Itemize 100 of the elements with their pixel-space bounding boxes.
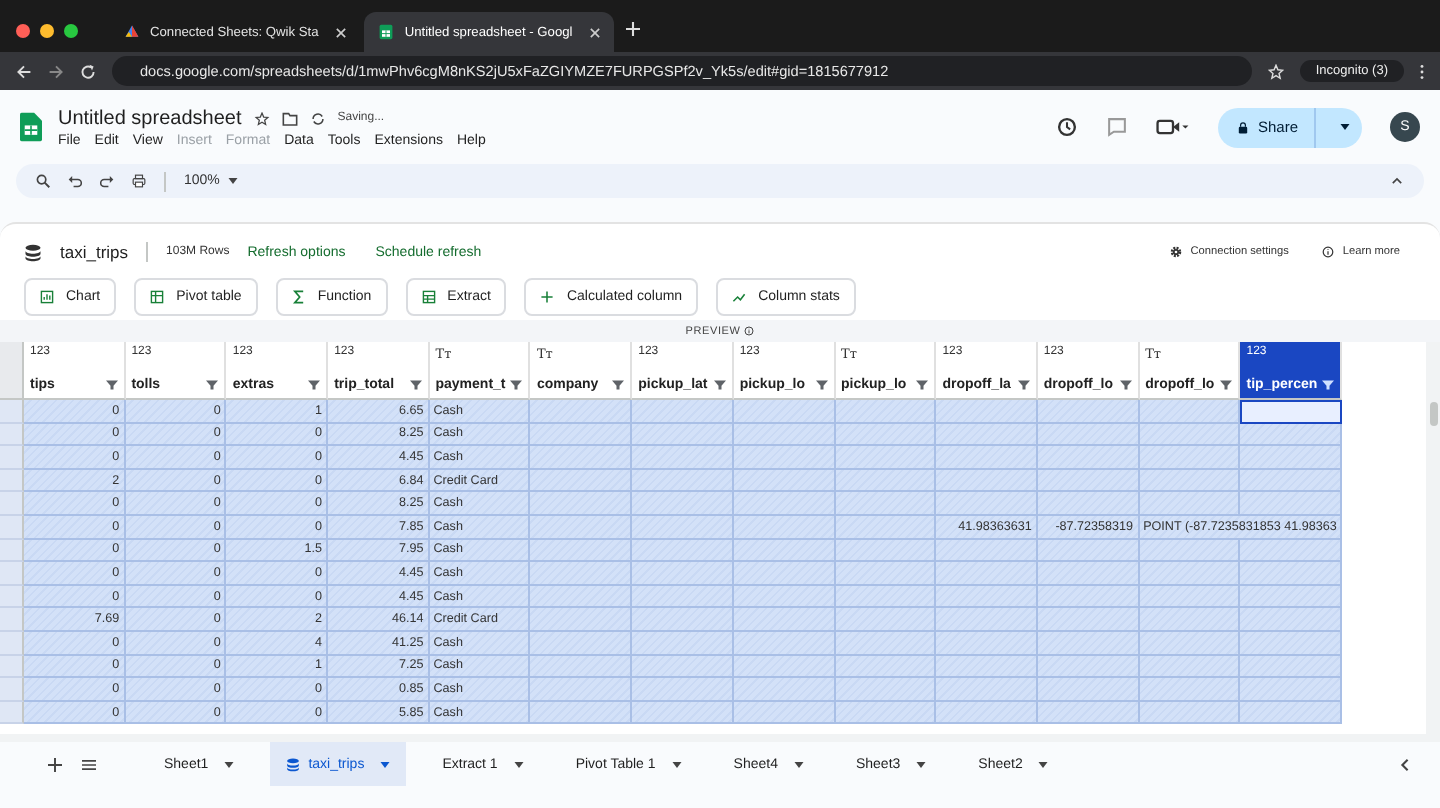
table-cell [1240,469,1342,493]
filter-icon[interactable] [308,380,321,390]
minimize-window-icon[interactable] [40,23,54,37]
table-cell [1240,423,1342,447]
close-window-icon[interactable] [16,23,30,37]
settings-icon[interactable] [1170,246,1183,258]
caret-icon [224,761,235,767]
filter-icon[interactable] [1017,380,1030,390]
table-icon [421,290,436,304]
comment-icon[interactable] [1105,116,1128,138]
table-cell [530,701,633,725]
caret-icon [1038,761,1049,767]
table-cell [936,608,1038,632]
table-cell [1139,562,1241,586]
table-cell [632,515,734,540]
undo-icon[interactable] [68,174,82,188]
filter-icon[interactable] [206,380,219,390]
table-cell [936,631,1038,656]
video-call-icon[interactable] [1155,116,1190,138]
sigma-icon [291,290,306,304]
table-cell [1037,562,1140,586]
table-cell [632,608,734,632]
new-tab-icon[interactable] [626,22,641,36]
table-cell [936,446,1038,470]
caret-icon [793,761,804,767]
table-cell [835,608,937,632]
close-icon[interactable] [590,27,601,37]
table-cell [632,446,734,470]
pivot-icon [150,290,165,304]
filter-icon[interactable] [1119,380,1132,390]
table-cell [936,562,1038,586]
filter-icon[interactable] [1321,380,1334,390]
table-cell [1240,655,1342,679]
table-cell [835,562,937,586]
filter-icon[interactable] [105,380,118,390]
filter-icon[interactable] [916,380,929,390]
table-cell [936,492,1038,516]
add-sheet-icon[interactable] [48,757,62,771]
cloud-icon [124,24,140,40]
corner-cell[interactable] [0,342,24,400]
filter-icon[interactable] [815,380,827,390]
table-cell [632,585,734,609]
print-icon[interactable] [132,174,146,188]
search-icon[interactable] [36,174,50,188]
table-cell [1240,631,1342,656]
table-cell [1037,608,1140,632]
caret-icon [916,761,927,767]
table-cell [936,423,1038,447]
all-sheets-icon[interactable] [82,757,96,771]
table-cell [1037,492,1140,516]
table-cell [1139,400,1241,424]
filter-icon[interactable] [1220,380,1233,390]
vertical-scrollbar[interactable] [1426,342,1440,734]
table-cell [1037,446,1140,470]
table-cell [1240,446,1342,470]
bookmark-star-icon[interactable] [1267,63,1284,79]
filter-icon[interactable] [713,380,726,390]
table-cell [530,655,633,679]
filter-icon[interactable] [612,380,625,390]
filter-icon[interactable] [510,380,523,390]
maximize-window-icon[interactable] [64,23,78,37]
trend-icon [732,290,747,304]
table-cell [1240,539,1342,563]
info-icon[interactable] [744,326,755,336]
table-cell [1139,608,1241,632]
table-cell [530,400,633,424]
collapse-icon[interactable] [1398,757,1412,771]
table-cell [530,492,633,516]
table-cell [936,400,1038,424]
forward-icon[interactable] [48,63,64,79]
table-cell [733,400,835,424]
table-cell [632,701,734,725]
document-title[interactable]: Untitled spreadsheet [58,107,242,129]
back-icon[interactable] [16,63,32,79]
table-cell [1037,678,1140,702]
redo-icon[interactable] [100,174,114,188]
table-cell [632,423,734,447]
table-cell [530,631,633,656]
table-cell [1139,678,1241,702]
collapse-icon[interactable] [1390,174,1404,188]
info-icon[interactable] [1322,246,1335,258]
table-cell [632,678,734,702]
table-cell [936,585,1038,609]
chart-icon [40,290,54,304]
close-icon[interactable] [336,27,347,37]
caret-icon [1340,124,1350,130]
filter-icon[interactable] [409,380,422,390]
caret-icon [671,761,682,767]
reload-icon[interactable] [80,63,96,79]
table-cell [936,701,1038,725]
folder-icon[interactable] [281,111,298,125]
table-cell [936,655,1038,679]
caret-icon [380,761,391,767]
star-icon[interactable] [253,111,270,125]
table-cell [1240,400,1342,424]
table-cell [1037,400,1140,424]
table-cell [1240,701,1342,725]
table-cell [632,655,734,679]
history-icon[interactable] [1055,116,1078,138]
table-cell [530,515,633,540]
